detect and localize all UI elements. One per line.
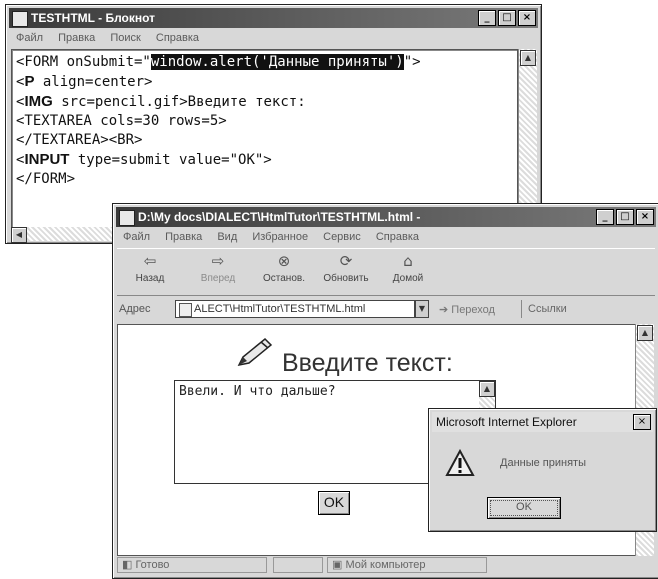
ie-app-icon: [119, 210, 135, 226]
home-button[interactable]: ⌂ Домой: [377, 252, 439, 284]
notepad-menubar: Файл Правка Поиск Справка: [10, 29, 537, 47]
ie-title: D:\My docs\DIALECT\HtmlTutor\TESTHTML.ht…: [138, 210, 421, 224]
alert-close-button[interactable]: ×: [633, 414, 651, 430]
back-arrow-icon: ⇦: [143, 252, 157, 270]
notepad-app-icon: [12, 11, 28, 27]
go-button[interactable]: ➔ Переход: [439, 303, 495, 316]
computer-icon: ▣: [332, 559, 346, 571]
warning-icon: [445, 449, 475, 476]
status-done-icon: ◧: [122, 559, 136, 571]
stop-button[interactable]: ⊗ Останов.: [253, 252, 315, 284]
address-bar: Адрес ALECT\HtmlTutor\TESTHTML.html ▼ ➔ …: [117, 299, 655, 321]
code-line-6: <INPUT type=submit value="OK">: [16, 151, 272, 168]
menu-help[interactable]: Справка: [156, 32, 199, 44]
stop-icon: ⊗: [277, 252, 291, 270]
alert-ok-button[interactable]: OK: [487, 497, 561, 519]
status-pane-1: [273, 557, 323, 573]
textarea-scroll-up-icon[interactable]: ▲: [479, 381, 495, 397]
menu-search[interactable]: Поиск: [110, 32, 140, 44]
submit-ok-button[interactable]: OK: [318, 491, 350, 515]
pencil-icon: [237, 337, 273, 367]
refresh-button[interactable]: ⟳ Обновить: [315, 252, 377, 284]
ie-menu-help[interactable]: Справка: [376, 231, 419, 243]
address-dropdown-icon[interactable]: ▼: [415, 300, 429, 318]
page-icon: [179, 303, 192, 317]
notepad-horizontal-scrollbar[interactable]: ◀: [11, 227, 121, 243]
alert-title: Microsoft Internet Explorer: [436, 415, 577, 429]
code-line-1: <FORM onSubmit="window.alert('Данные при…: [16, 54, 421, 70]
ie-close-button[interactable]: ×: [636, 209, 654, 225]
ie-maximize-button[interactable]: □: [616, 209, 634, 225]
scroll-up-arrow-icon[interactable]: ▲: [520, 50, 536, 66]
alert-message: Данные приняты: [500, 457, 586, 469]
notepad-titlebar[interactable]: TESTHTML - Блокнот _ □ ×: [9, 8, 538, 28]
menu-edit[interactable]: Правка: [58, 32, 95, 44]
ie-minimize-button[interactable]: _: [596, 209, 614, 225]
status-text: ◧ Готово: [117, 557, 267, 573]
ie-titlebar[interactable]: D:\My docs\DIALECT\HtmlTutor\TESTHTML.ht…: [116, 207, 656, 227]
status-bar: ◧ Готово ▣ Мой компьютер: [117, 557, 655, 575]
page-heading: Введите текст:: [282, 349, 453, 377]
code-line-7: </FORM>: [16, 171, 76, 187]
code-line-5: </TEXTAREA><BR>: [16, 132, 143, 148]
alert-dialog: Microsoft Internet Explorer × Данные при…: [428, 408, 657, 532]
selected-text: window.alert('Данные приняты'): [150, 54, 404, 70]
maximize-button[interactable]: □: [498, 10, 516, 26]
alert-titlebar[interactable]: Microsoft Internet Explorer ×: [432, 412, 653, 432]
home-icon: ⌂: [403, 252, 413, 270]
code-line-4: <TEXTAREA cols=30 rows=5>: [16, 113, 227, 129]
notepad-title: TESTHTML - Блокнот: [31, 11, 156, 25]
address-label: Адрес: [119, 303, 151, 315]
ie-menu-favorites[interactable]: Избранное: [252, 231, 308, 243]
close-button[interactable]: ×: [518, 10, 536, 26]
ie-scroll-up-icon[interactable]: ▲: [637, 325, 653, 341]
ie-menu-tools[interactable]: Сервис: [323, 231, 361, 243]
code-line-3: <IMG src=pencil.gif>Введите текст:: [16, 93, 306, 110]
forward-button[interactable]: ⇨ Вперед: [187, 252, 249, 284]
ie-toolbar: ⇦ Назад ⇨ Вперед ⊗ Останов. ⟳ Обновить ⌂…: [117, 248, 655, 296]
ie-menu-view[interactable]: Вид: [217, 231, 237, 243]
scroll-left-arrow-icon[interactable]: ◀: [11, 227, 27, 243]
forward-arrow-icon: ⇨: [211, 252, 225, 270]
links-button[interactable]: Ссылки: [521, 300, 594, 318]
address-input[interactable]: ALECT\HtmlTutor\TESTHTML.html: [175, 300, 415, 318]
refresh-icon: ⟳: [339, 252, 353, 270]
minimize-button[interactable]: _: [478, 10, 496, 26]
back-button[interactable]: ⇦ Назад: [119, 252, 181, 284]
ie-menu-edit[interactable]: Правка: [165, 231, 202, 243]
ie-menu-file[interactable]: Файл: [123, 231, 150, 243]
code-line-2: <P align=center>: [16, 73, 153, 90]
menu-file[interactable]: Файл: [16, 32, 43, 44]
status-zone: ▣ Мой компьютер: [327, 557, 487, 573]
ie-menubar: Файл Правка Вид Избранное Сервис Справка: [117, 228, 655, 246]
